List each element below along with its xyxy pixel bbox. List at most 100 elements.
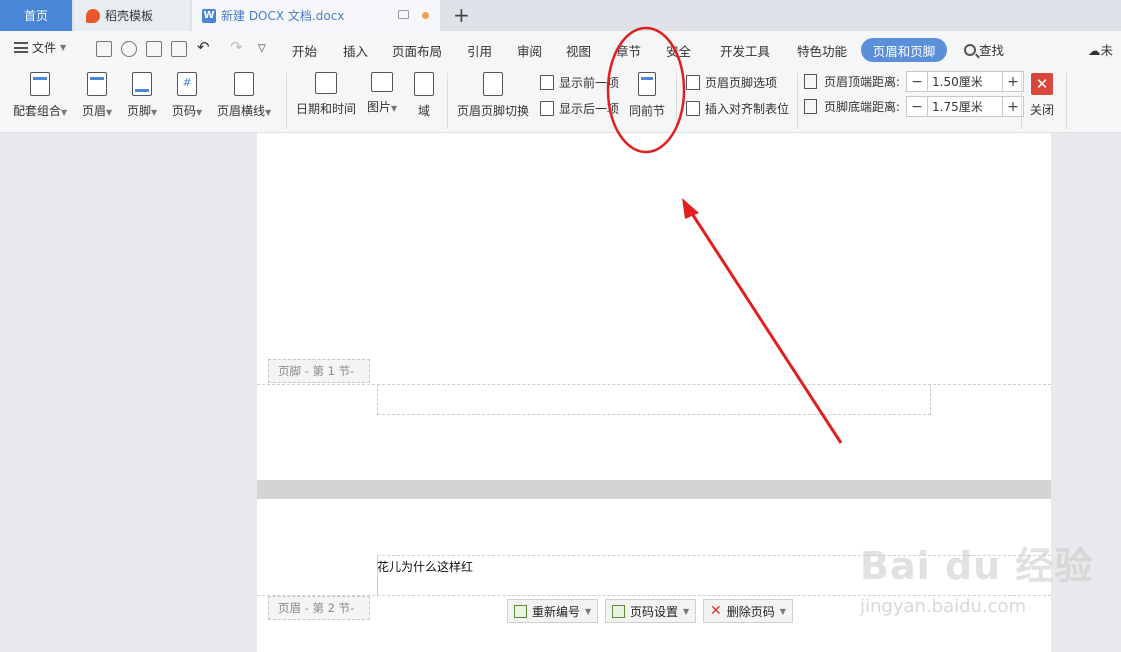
footer-bottom-input[interactable]: 1.75厘米 xyxy=(928,96,1003,117)
unsaved-dot-icon xyxy=(422,12,429,19)
tab-home-label: 首页 xyxy=(23,9,48,23)
field-button[interactable]: 域 xyxy=(414,72,434,119)
page-number-button[interactable]: # 页码▼ xyxy=(172,72,202,119)
pin-icon[interactable] xyxy=(398,10,409,19)
footer-bottom-decrement[interactable]: − xyxy=(906,96,929,117)
menu-page-layout[interactable]: 页面布局 xyxy=(392,41,442,60)
header-label: 页眉 xyxy=(82,104,107,118)
menu-view[interactable]: 视图 xyxy=(566,41,591,60)
align-tab-button[interactable]: 插入对齐制表位 xyxy=(686,100,789,117)
menu-special[interactable]: 特色功能 xyxy=(797,41,847,60)
picture-button[interactable]: 图片▼ xyxy=(367,72,397,115)
footer-bottom-label: 页脚底端距离: xyxy=(824,100,901,114)
divider xyxy=(676,73,677,129)
same-as-prev-button[interactable]: 同前节 xyxy=(629,72,665,119)
page-num-settings-button[interactable]: 页码设置 ▼ xyxy=(605,599,697,623)
footer-bottom-distance: 页脚底端距离: −1.75厘米 + xyxy=(804,96,1025,117)
options-button[interactable]: 页眉页脚选项 xyxy=(686,74,777,91)
footer-section-1-tag: 页脚 - 第 1 节- xyxy=(268,359,370,383)
search-icon xyxy=(964,43,976,56)
footer-bottom-icon xyxy=(804,99,817,114)
delete-page-num-button[interactable]: ✕ 删除页码 ▼ xyxy=(703,599,793,623)
menu-bar: 文件 ▼ ↶ ↷ ▽ 开始 插入 页面布局 引用 审阅 视图 章节 安全 开发工具… xyxy=(0,31,1121,67)
menu-header-footer[interactable]: 页眉和页脚 xyxy=(861,38,947,62)
tab-template-label: 稻壳模板 xyxy=(105,9,154,23)
menu-insert[interactable]: 插入 xyxy=(343,41,368,60)
search-label: 查找 xyxy=(979,43,1005,58)
body-text[interactable]: 花儿为什么这样红 xyxy=(377,558,473,575)
redo-icon[interactable]: ↷ xyxy=(230,38,246,56)
switch-button[interactable]: 页眉页脚切换 xyxy=(457,72,529,119)
sync-status[interactable]: ☁未 xyxy=(1088,40,1113,59)
page-number-icon: # xyxy=(177,72,198,96)
header-line-icon xyxy=(234,72,255,96)
close-icon: ✕ xyxy=(1031,73,1053,95)
combo-button[interactable]: 配套组合▼ xyxy=(13,72,67,119)
header-section-2-tag: 页眉 - 第 2 节- xyxy=(268,596,370,620)
show-prev-icon xyxy=(540,75,554,90)
datetime-button[interactable]: 日期和时间 xyxy=(296,72,356,117)
header-line-button[interactable]: 页眉横线▼ xyxy=(217,72,271,119)
ribbon: 配套组合▼ 页眉▼ 页脚▼ # 页码▼ 页眉横线▼ 日期和时间 图片▼ 域 页眉页… xyxy=(0,67,1121,133)
align-tab-icon xyxy=(686,101,700,116)
menu-security[interactable]: 安全 xyxy=(666,41,691,60)
header-top-input[interactable]: 1.50厘米 xyxy=(928,71,1003,92)
menu-developer[interactable]: 开发工具 xyxy=(720,41,770,60)
show-prev-button[interactable]: 显示前一项 xyxy=(540,74,619,91)
file-menu-label: 文件 xyxy=(32,41,57,55)
field-icon xyxy=(414,72,434,96)
open-folder-icon[interactable] xyxy=(96,41,112,57)
header-button[interactable]: 页眉▼ xyxy=(82,72,112,119)
page-number-label: 页码 xyxy=(172,104,197,118)
show-next-label: 显示后一项 xyxy=(559,102,620,116)
header-top-decrement[interactable]: − xyxy=(906,71,929,92)
footer-area-1[interactable] xyxy=(377,384,931,415)
menu-start[interactable]: 开始 xyxy=(292,41,317,60)
divider xyxy=(1021,73,1022,129)
datetime-label: 日期和时间 xyxy=(296,102,357,116)
tab-home[interactable]: 首页 xyxy=(0,0,72,31)
delete-icon: ✕ xyxy=(710,603,722,619)
combo-icon xyxy=(30,72,51,96)
switch-icon xyxy=(483,72,503,96)
same-as-prev-icon xyxy=(638,72,656,96)
renumber-button[interactable]: 重新编号 ▼ xyxy=(507,599,599,623)
settings-icon xyxy=(612,604,625,618)
close-label: 关闭 xyxy=(1030,103,1055,117)
docer-logo-icon xyxy=(86,8,100,23)
print-icon[interactable] xyxy=(146,41,162,57)
header-line-label: 页眉横线 xyxy=(217,104,266,118)
menu-section[interactable]: 章节 xyxy=(616,41,641,60)
customize-toolbar-icon[interactable]: ▽ xyxy=(258,43,274,59)
baidu-watermark: Bai du 经验 xyxy=(860,544,1094,588)
print-preview-icon[interactable] xyxy=(171,41,187,57)
undo-icon[interactable]: ↶ xyxy=(197,38,213,56)
combo-label: 配套组合 xyxy=(13,104,62,118)
header-top-icon xyxy=(804,74,817,89)
page-gap xyxy=(257,480,1051,499)
show-next-button[interactable]: 显示后一项 xyxy=(540,100,619,117)
align-tab-label: 插入对齐制表位 xyxy=(705,102,790,116)
baidu-watermark-url: jingyan.baidu.com xyxy=(860,596,1027,617)
close-header-footer-button[interactable]: ✕ 关闭 xyxy=(1030,73,1054,118)
menu-review[interactable]: 审阅 xyxy=(517,41,542,60)
calendar-icon xyxy=(315,72,337,94)
page-num-settings-label: 页码设置 xyxy=(630,604,679,619)
cloud-icon[interactable] xyxy=(121,41,137,57)
menu-references[interactable]: 引用 xyxy=(467,41,492,60)
footer-button[interactable]: 页脚▼ xyxy=(127,72,157,119)
header-icon xyxy=(87,72,108,96)
delete-page-num-label: 删除页码 xyxy=(726,604,775,619)
file-menu[interactable]: 文件 ▼ xyxy=(14,39,66,56)
hamburger-icon xyxy=(14,42,28,53)
tab-document[interactable]: W 新建 DOCX 文档.docx xyxy=(192,0,440,31)
header-top-label: 页眉顶端距离: xyxy=(824,75,901,89)
page-1[interactable] xyxy=(257,133,1051,480)
divider xyxy=(286,73,287,129)
new-tab-button[interactable]: + xyxy=(453,3,470,27)
divider xyxy=(447,73,448,129)
tab-template[interactable]: 稻壳模板 xyxy=(74,0,190,31)
picture-label: 图片 xyxy=(367,100,392,114)
options-icon xyxy=(686,75,700,90)
search-button[interactable]: 查找 xyxy=(964,40,1004,59)
